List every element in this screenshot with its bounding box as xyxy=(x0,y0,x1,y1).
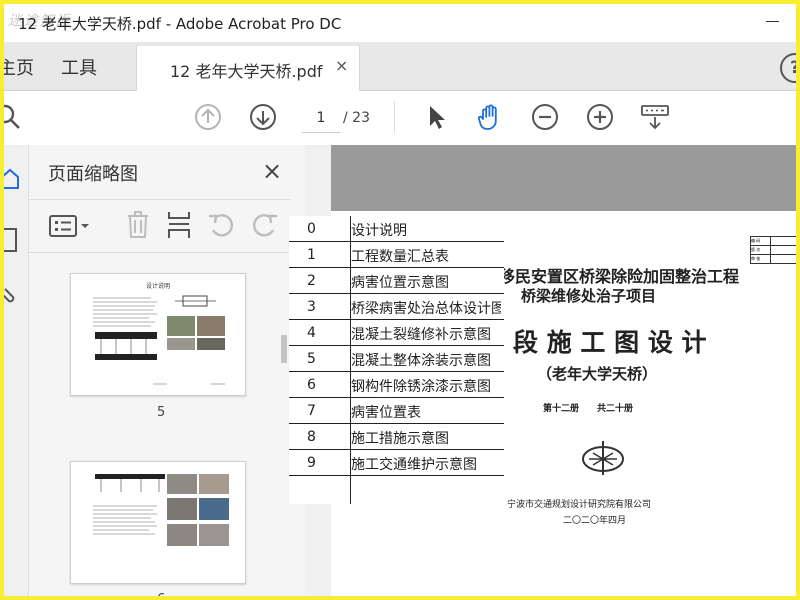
tab-bar: 主页 工具 12 老年大学天桥.pdf × ? xyxy=(4,42,796,91)
pane-divider xyxy=(29,252,291,253)
row-title: 病害位置示意图 xyxy=(351,275,449,291)
minimize-button[interactable] xyxy=(766,12,782,28)
cover-date: 二〇二〇年四月 xyxy=(563,516,627,526)
search-icon[interactable] xyxy=(4,103,22,131)
pane-close-icon[interactable]: × xyxy=(262,157,282,185)
page-gap xyxy=(331,145,796,211)
zoom-out-icon[interactable] xyxy=(531,103,559,131)
pane-resize-handle[interactable] xyxy=(281,335,287,363)
row-title: 桥梁病害处治总体设计图 xyxy=(351,301,501,317)
pane-toolbar xyxy=(29,200,305,252)
window-title: 12 老年大学天桥.pdf - Adobe Acrobat Pro DC xyxy=(18,15,342,33)
main-toolbar: / 23 xyxy=(4,91,796,146)
table-row: 4 混凝土裂缝修补示意图 xyxy=(289,320,504,346)
thumbnail-page-number: 6 xyxy=(157,592,165,596)
thumbnail-pane: 页面缩略图 × 设计说明 5 xyxy=(29,145,305,596)
document-tab-label: 12 老年大学天桥.pdf xyxy=(170,62,323,81)
page-icon[interactable] xyxy=(4,227,20,255)
thumbnail-page-6[interactable] xyxy=(70,461,246,584)
close-tab-icon[interactable]: × xyxy=(335,56,348,75)
row-number: 4 xyxy=(307,325,316,341)
row-number: 0 xyxy=(307,221,316,237)
table-row: 0 设计说明 xyxy=(289,216,504,242)
thumbnail-image xyxy=(93,474,229,546)
left-rail xyxy=(4,145,29,596)
hand-tool-icon[interactable] xyxy=(476,103,504,131)
tools-tab[interactable]: 工具 xyxy=(61,54,97,80)
thumbnail-page-number: 5 xyxy=(157,405,166,420)
document-tab[interactable]: 12 老年大学天桥.pdf × xyxy=(136,46,360,91)
cover-volume: 第十二册 共二十册 xyxy=(543,404,634,414)
page-number-input[interactable] xyxy=(302,103,340,133)
row-title: 混凝土裂缝修补示意图 xyxy=(351,327,491,343)
table-row: 1 工程数量汇总表 xyxy=(289,242,504,268)
table-row: 6 钢构件除锈涂漆示意图 xyxy=(289,372,504,398)
row-number: 6 xyxy=(307,377,316,393)
cover-title-line3: 段 施 工 图 设 计 xyxy=(513,328,707,357)
row-number: 9 xyxy=(307,455,316,471)
table-row: 5 混凝土整体涂装示意图 xyxy=(289,346,504,372)
acrobat-window: 迷途知返 12 老年大学天桥.pdf - Adobe Acrobat Pro D… xyxy=(4,4,796,596)
insert-page-icon[interactable] xyxy=(166,210,192,240)
thumbnail-page-5[interactable]: 设计说明 xyxy=(70,273,246,396)
row-number: 5 xyxy=(307,351,316,367)
home-tab[interactable]: 主页 xyxy=(4,54,34,80)
row-title: 混凝土整体涂装示意图 xyxy=(351,353,491,369)
page-total: / 23 xyxy=(343,110,370,126)
toolbar-separator xyxy=(394,101,395,133)
page-up-icon[interactable] xyxy=(194,103,222,131)
table-row: 8 施工措施示意图 xyxy=(289,424,504,450)
attachment-icon[interactable] xyxy=(4,283,20,307)
row-number: 8 xyxy=(307,429,316,445)
stamp-cell: 编 码 xyxy=(750,236,771,246)
stamp-cell: 审 核 xyxy=(750,254,771,264)
undo-icon[interactable] xyxy=(207,212,237,238)
table-row: 2 病害位置示意图 xyxy=(289,268,504,294)
keyboard-tool-icon[interactable] xyxy=(640,103,670,131)
stamp-table: 编 码 版 次 审 核 xyxy=(750,236,796,264)
zoom-in-icon[interactable] xyxy=(586,103,614,131)
cover-title-line2: 桥梁维修处治子项目 xyxy=(521,287,657,305)
pane-title: 页面缩略图 xyxy=(48,164,138,185)
table-row xyxy=(289,476,504,502)
row-title: 设计说明 xyxy=(351,223,407,239)
home-icon[interactable] xyxy=(4,167,20,191)
company-logo-icon xyxy=(582,441,624,475)
page-down-icon[interactable] xyxy=(249,103,277,131)
thumbnail-options-icon[interactable] xyxy=(49,214,91,238)
row-number: 2 xyxy=(307,273,316,289)
row-number: 7 xyxy=(307,403,316,419)
row-number: 1 xyxy=(307,247,316,263)
help-icon[interactable]: ? xyxy=(780,53,796,83)
redo-icon[interactable] xyxy=(249,212,279,238)
row-title: 施工交通维护示意图 xyxy=(351,457,477,473)
title-bar: 迷途知返 12 老年大学天桥.pdf - Adobe Acrobat Pro D… xyxy=(4,4,796,42)
table-row: 9 施工交通维护示意图 xyxy=(289,450,504,476)
row-title: 施工措施示意图 xyxy=(351,431,449,447)
row-number: 3 xyxy=(307,299,316,315)
row-title: 工程数量汇总表 xyxy=(351,249,449,265)
select-arrow-icon[interactable] xyxy=(422,103,450,131)
cover-title-line1: 移民安置区桥梁除险加固整治工程 xyxy=(499,267,740,286)
contents-table: 0 设计说明 1 工程数量汇总表 2 病害位置示意图 3 桥梁病害处治总体设计图 4 混凝… xyxy=(289,216,504,504)
stamp-cell: 版 次 xyxy=(750,245,771,255)
thumbnail-title: 设计说明 xyxy=(146,282,170,290)
thumbnail-image: 设计说明 xyxy=(93,282,225,385)
table-row: 7 病害位置表 xyxy=(289,398,504,424)
table-row: 3 桥梁病害处治总体设计图 xyxy=(289,294,504,320)
row-title: 病害位置表 xyxy=(351,405,421,421)
cover-company: 宁波市交通规划设计研究院有限公司 xyxy=(507,500,652,510)
cover-subtitle: （老年大学天桥） xyxy=(537,365,658,383)
delete-icon[interactable] xyxy=(125,210,151,240)
row-title: 钢构件除锈涂漆示意图 xyxy=(351,379,491,395)
